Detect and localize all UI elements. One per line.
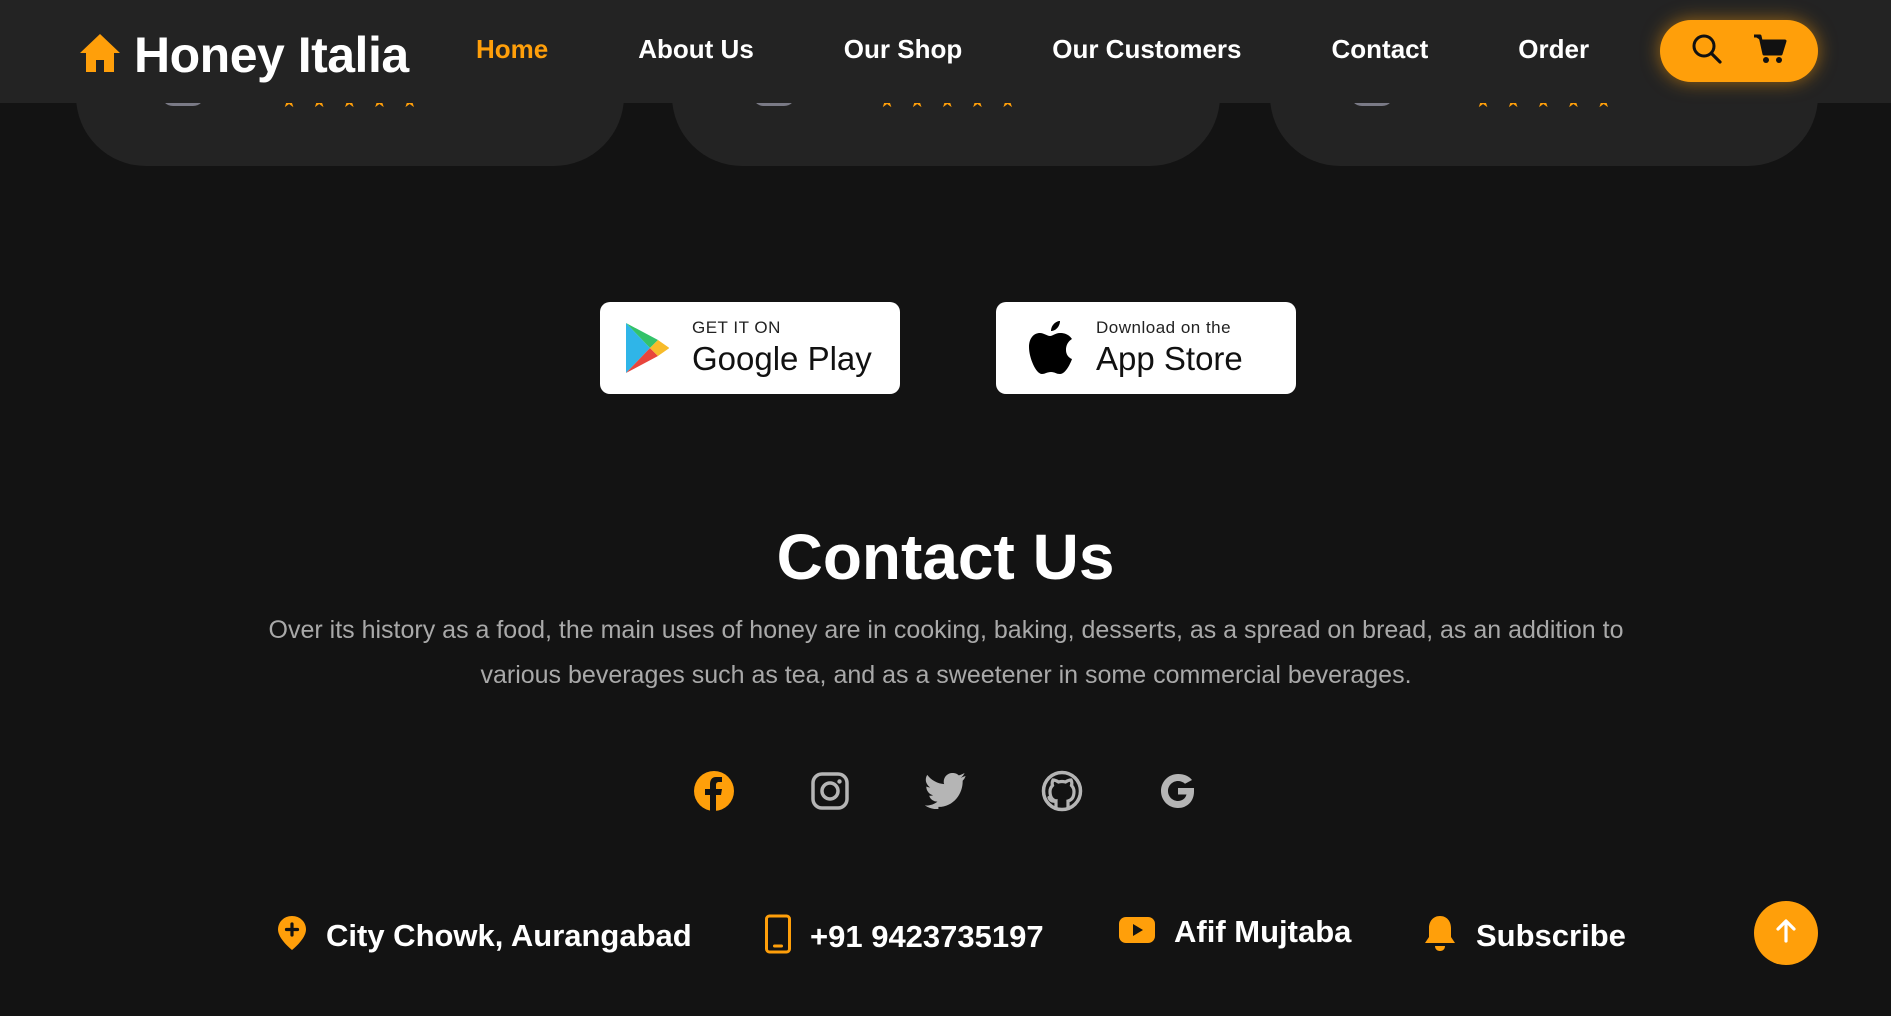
youtube-item: Afif Mujtaba	[1118, 914, 1351, 950]
brand-name: Honey Italia	[134, 27, 409, 83]
scroll-to-top-button[interactable]	[1754, 901, 1818, 965]
nav-home[interactable]: Home	[476, 34, 548, 65]
header-actions	[1660, 20, 1818, 82]
contact-description: Over its history as a food, the main use…	[268, 616, 1624, 689]
instagram-icon[interactable]	[809, 770, 851, 812]
arrow-up-icon	[1775, 918, 1797, 948]
google-icon[interactable]	[1157, 770, 1199, 812]
location-text: City Chowk, Aurangabad	[326, 917, 692, 953]
brand-logo[interactable]: Honey Italia	[78, 26, 409, 84]
social-links	[0, 770, 1891, 812]
nav-order[interactable]: Order	[1518, 34, 1589, 65]
phone-text: +91 9423735197	[810, 918, 1044, 954]
nav-about-us[interactable]: About Us	[638, 34, 754, 65]
nav-contact[interactable]: Contact	[1332, 34, 1429, 65]
bell-icon	[1422, 914, 1458, 957]
nav-our-customers[interactable]: Our Customers	[1052, 34, 1241, 65]
google-play-badge[interactable]: GET IT ON Google Play	[600, 302, 900, 394]
search-icon[interactable]	[1691, 33, 1723, 70]
nav-our-shop[interactable]: Our Shop	[844, 34, 962, 65]
cart-icon[interactable]	[1753, 33, 1787, 70]
location-item: City Chowk, Aurangabad	[276, 914, 692, 957]
youtube-text: Afif Mujtaba	[1174, 914, 1352, 949]
badge-title: Google Play	[692, 340, 872, 377]
google-play-icon	[622, 321, 670, 375]
github-icon[interactable]	[1041, 770, 1083, 812]
badge-caption: GET IT ON	[692, 318, 781, 337]
phone-item: +91 9423735197	[764, 914, 1044, 959]
mobile-phone-icon	[764, 914, 792, 959]
home-icon	[78, 32, 122, 79]
youtube-icon	[1118, 916, 1156, 949]
subscribe-text: Subscribe	[1476, 917, 1626, 953]
twitter-icon[interactable]	[924, 770, 967, 812]
contact-title: Contact Us	[776, 521, 1115, 593]
subscribe-item[interactable]: Subscribe	[1422, 914, 1626, 957]
app-store-badge[interactable]: Download on the App Store	[996, 302, 1296, 394]
location-pin-icon	[276, 914, 308, 957]
main-nav: Home About Us Our Shop Our Customers Con…	[476, 34, 1589, 65]
apple-icon	[1028, 320, 1074, 376]
facebook-icon[interactable]	[693, 770, 735, 812]
site-header: Honey Italia Home About Us Our Shop Our …	[0, 0, 1891, 103]
badge-title: App Store	[1096, 340, 1243, 377]
badge-caption: Download on the	[1096, 318, 1232, 337]
